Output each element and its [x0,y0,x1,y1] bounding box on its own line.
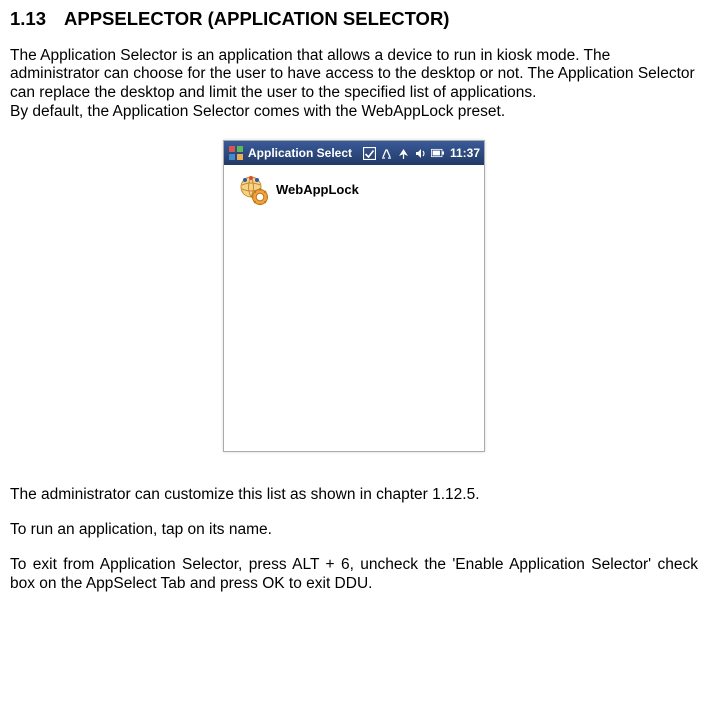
section-number: 1.13 [10,8,46,31]
battery-icon[interactable] [431,147,444,160]
device-frame: Application Select [223,140,485,452]
section-title: APPSELECTOR (APPLICATION SELECTOR) [64,8,449,29]
paragraph-run: To run an application, tap on its name. [10,521,698,540]
app-list-area: WebAppLock [224,165,484,451]
app-item-webapplock[interactable]: WebAppLock [224,165,484,205]
volume-icon[interactable] [414,147,427,160]
signal-icon[interactable] [397,147,410,160]
ok-check-icon[interactable] [363,147,376,160]
webapplock-icon [238,175,268,205]
window-titlebar: Application Select [224,141,484,165]
windows-start-icon[interactable] [228,145,244,161]
paragraph-customize: The administrator can customize this lis… [10,486,698,505]
embedded-screenshot: Application Select [10,140,698,452]
window-title: Application Select [248,146,352,161]
app-item-label: WebAppLock [276,182,359,198]
clock[interactable]: 11:37 [448,146,480,161]
paragraph-intro-1: The Application Selector is an applicati… [10,47,698,104]
paragraph-exit: To exit from Application Selector, press… [10,556,698,594]
system-tray: 11:37 [363,146,480,161]
section-heading: 1.13 APPSELECTOR (APPLICATION SELECTOR) [10,8,698,31]
connectivity-icon[interactable] [380,147,393,160]
paragraph-intro-2: By default, the Application Selector com… [10,103,698,122]
